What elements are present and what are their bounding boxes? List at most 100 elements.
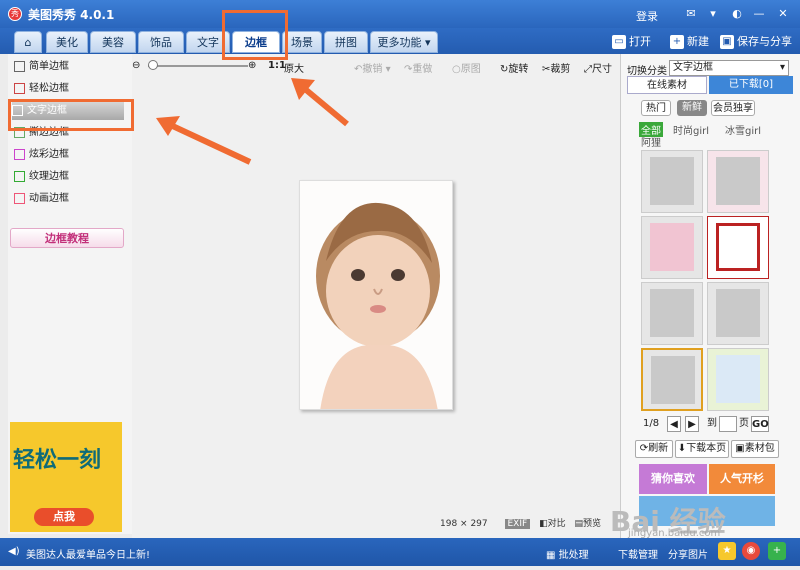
star-icon[interactable]: ★ xyxy=(718,542,736,560)
frame-thumbnail[interactable] xyxy=(641,282,703,345)
menu-simple-frame-label: 简单边框 xyxy=(29,61,69,72)
menu-animated-frame[interactable]: 动画边框 xyxy=(14,190,124,208)
minimize-icon[interactable]: — xyxy=(752,7,766,20)
zoom-out-icon[interactable]: ⊖ xyxy=(132,60,140,71)
tab-more[interactable]: 更多功能 ▾ xyxy=(370,31,438,53)
filter-vip[interactable]: 会员独享 xyxy=(711,100,755,116)
category-dropdown[interactable]: 文字边框 ▾ xyxy=(669,60,789,76)
ad-banner[interactable]: 轻松一刻 点我 xyxy=(10,422,122,532)
undo-button[interactable]: ↶撤销 ▾ xyxy=(354,60,391,75)
next-page-icon[interactable]: ▶ xyxy=(685,416,699,432)
thumb-inner xyxy=(650,157,694,205)
close-icon[interactable]: ✕ xyxy=(776,7,790,20)
menu-icon[interactable]: ▾ xyxy=(706,7,720,20)
refresh-button[interactable]: ⟳刷新 xyxy=(635,440,673,458)
tag-ice-girl[interactable]: 冰雪girl xyxy=(725,122,761,137)
ad-click-button[interactable]: 点我 xyxy=(34,508,94,526)
menu-simple-frame[interactable]: 简单边框 xyxy=(14,58,124,76)
menu-easy-frame-label: 轻松边框 xyxy=(29,83,69,94)
compare-label: 对比 xyxy=(547,519,566,529)
tab-downloaded[interactable]: 已下载[0] xyxy=(709,76,793,94)
original-image-button[interactable]: ○原图 xyxy=(452,60,481,75)
prev-page-icon[interactable]: ◀ xyxy=(667,416,681,432)
original-image-label: 原图 xyxy=(460,64,481,75)
guess-you-like-banner[interactable]: 猜你喜欢 xyxy=(639,464,707,494)
download-manager-button[interactable]: 下载管理 xyxy=(618,546,658,561)
frame-thumbnail[interactable] xyxy=(641,348,703,411)
speaker-icon: ◀) xyxy=(8,546,20,557)
filter-new[interactable]: 新鲜 xyxy=(677,100,707,116)
zoom-in-icon[interactable]: ⊕ xyxy=(248,60,256,71)
skin-icon[interactable]: ◐ xyxy=(730,7,744,20)
thumb-inner xyxy=(651,356,695,404)
tag-fashion-girl[interactable]: 时尚girl xyxy=(673,122,709,137)
exif-button[interactable]: EXIF xyxy=(504,519,531,529)
material-pack-label: 素材包 xyxy=(744,443,775,454)
resize-button[interactable]: ⤢尺寸 xyxy=(584,60,612,75)
baby-photo xyxy=(299,180,453,410)
status-bar: ◀) 美图达人最爱单品今日上新! ▦ 批处理 下载管理 分享图片 ★ ◉ + xyxy=(0,538,800,566)
compare-button[interactable]: ◧对比 xyxy=(539,519,566,529)
frame-thumbnail[interactable] xyxy=(641,150,703,213)
tab-more-label: 更多功能 xyxy=(377,36,422,49)
thumb-inner xyxy=(716,355,760,403)
news-ticker[interactable]: 美图达人最爱单品今日上新! xyxy=(26,546,150,561)
tab-collage[interactable]: 拼图 xyxy=(324,31,368,53)
category-dropdown-value: 文字边框 xyxy=(673,62,713,73)
menu-easy-frame[interactable]: 轻松边框 xyxy=(14,80,124,98)
login-link[interactable]: 登录 xyxy=(636,8,658,24)
tag-ali[interactable]: 阿狸 xyxy=(641,134,661,149)
frame-thumbnail[interactable] xyxy=(707,348,769,411)
preview-button[interactable]: ▤预览 xyxy=(574,519,601,529)
goto-label: 到 xyxy=(707,418,717,429)
share-image-button[interactable]: 分享图片 xyxy=(668,546,708,561)
new-button[interactable]: + 新建 xyxy=(670,33,709,51)
frame-thumbnail[interactable] xyxy=(707,150,769,213)
rotate-button[interactable]: ↻旋转 xyxy=(500,60,528,75)
page-unit-label: 页 xyxy=(739,418,749,429)
folder-icon: ▭ xyxy=(612,35,626,49)
frame-thumbnail[interactable] xyxy=(707,282,769,345)
frame-tutorial-button[interactable]: 边框教程 xyxy=(10,228,124,248)
home-icon[interactable]: ⌂ xyxy=(14,31,42,53)
popular-banner[interactable]: 人气开杉 xyxy=(709,464,775,494)
tab-cosmetic[interactable]: 美容 xyxy=(90,31,136,53)
zoom-slider-handle[interactable] xyxy=(148,60,158,70)
tab-beautify[interactable]: 美化 xyxy=(46,31,88,53)
plus-icon[interactable]: + xyxy=(768,542,786,560)
title-bar: 秀 美图秀秀 4.0.1 登录 ✉ ▾ ◐ — ✕ xyxy=(0,0,800,28)
page-input[interactable] xyxy=(719,416,737,432)
refresh-label: 刷新 xyxy=(648,443,669,454)
simple-frame-icon xyxy=(14,60,25,72)
app-logo-icon: 秀 xyxy=(8,7,22,21)
category-label: 切换分类 xyxy=(627,66,667,77)
tab-online-material[interactable]: 在线素材 xyxy=(627,76,707,94)
crop-button[interactable]: ✂裁剪 xyxy=(542,60,570,75)
texture-frame-icon xyxy=(14,170,25,182)
download-page-button[interactable]: ⬇下载本页 xyxy=(675,440,729,458)
go-button[interactable]: GO xyxy=(751,416,769,432)
save-share-button[interactable]: ▣ 保存与分享 xyxy=(720,33,792,51)
material-pack-button[interactable]: ▣素材包 xyxy=(731,440,779,458)
message-icon[interactable]: ✉ xyxy=(684,7,698,20)
filter-hot[interactable]: 热门 xyxy=(641,100,671,116)
batch-button[interactable]: ▦ 批处理 xyxy=(546,546,589,561)
download-page-label: 下载本页 xyxy=(686,443,727,454)
menu-texture-frame[interactable]: 纹理边框 xyxy=(14,168,124,186)
new-label: 新建 xyxy=(687,35,709,48)
frame-thumbnail[interactable] xyxy=(707,216,769,279)
thumb-inner xyxy=(716,223,760,271)
weibo-icon[interactable]: ◉ xyxy=(742,542,760,560)
tab-accessories[interactable]: 饰品 xyxy=(138,31,184,53)
open-button[interactable]: ▭ 打开 xyxy=(612,33,651,51)
plus-icon: + xyxy=(670,35,684,49)
zoom-slider[interactable] xyxy=(148,65,248,67)
menu-colorful-frame[interactable]: 炫彩边框 xyxy=(14,146,124,164)
batch-label: 批处理 xyxy=(558,550,589,561)
menu-colorful-frame-label: 炫彩边框 xyxy=(29,149,69,160)
tab-scene[interactable]: 场景 xyxy=(282,31,322,53)
frame-thumbnail[interactable] xyxy=(641,216,703,279)
redo-button[interactable]: ↷重做 xyxy=(404,60,432,75)
thumb-inner xyxy=(716,157,760,205)
thumb-inner xyxy=(650,223,694,271)
